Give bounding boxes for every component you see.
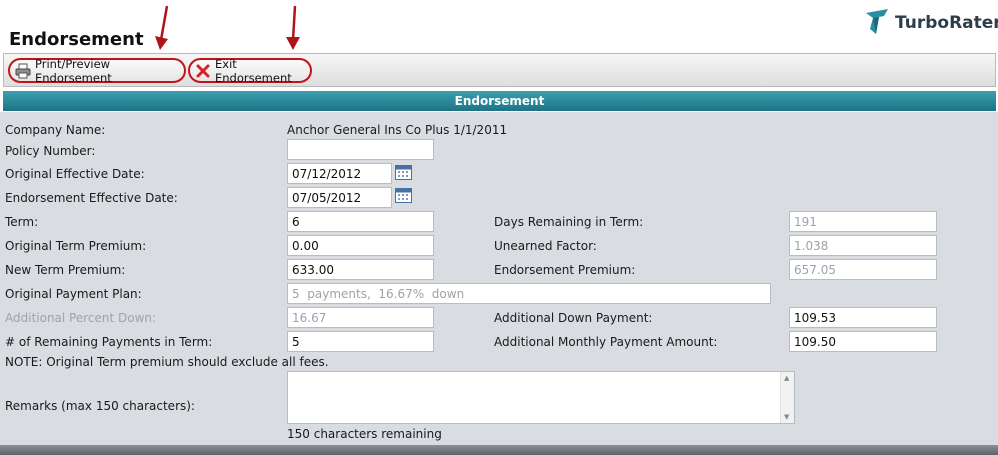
logo-text: TurboRater <box>895 13 998 33</box>
policy-number-input[interactable] <box>287 139 434 160</box>
endorsement-premium-input <box>789 259 937 280</box>
exit-endorsement-button[interactable]: Exit Endorsement <box>188 56 312 85</box>
policy-number-label: Policy Number: <box>5 144 96 158</box>
original-term-premium-label: Original Term Premium: <box>5 239 147 253</box>
endorsement-premium-label: Endorsement Premium: <box>494 263 636 277</box>
additional-percent-down-label: Additional Percent Down: <box>5 311 157 325</box>
additional-down-payment-input[interactable] <box>789 307 937 328</box>
scroll-down-arrow-icon[interactable]: ▼ <box>784 413 789 421</box>
term-input[interactable] <box>287 211 434 232</box>
unearned-factor-input <box>789 235 937 256</box>
remarks-textarea[interactable]: ▲ ▼ <box>287 371 795 424</box>
remarks-label: Remarks (max 150 characters): <box>5 399 195 413</box>
endorsement-effective-date-label: Endorsement Effective Date: <box>5 191 178 205</box>
original-term-premium-input[interactable] <box>287 235 434 256</box>
additional-down-payment-label: Additional Down Payment: <box>494 311 653 325</box>
print-preview-label: Print/Preview Endorsement <box>35 56 112 85</box>
new-term-premium-input[interactable] <box>287 259 434 280</box>
unearned-factor-label: Unearned Factor: <box>494 239 597 253</box>
turborater-logo-icon <box>864 7 892 40</box>
fees-note: NOTE: Original Term premium should exclu… <box>5 355 329 369</box>
print-preview-endorsement-button[interactable]: Print/Preview Endorsement <box>8 56 186 85</box>
additional-monthly-payment-label: Additional Monthly Payment Amount: <box>494 335 718 349</box>
term-label: Term: <box>5 215 39 229</box>
payment-plan-input <box>287 283 771 304</box>
days-remaining-label: Days Remaining in Term: <box>494 215 644 229</box>
exit-endorsement-label: Exit Endorsement <box>215 56 292 85</box>
annotation-arrow-exit <box>283 4 303 52</box>
remaining-payments-label: # of Remaining Payments in Term: <box>5 335 213 349</box>
printer-icon <box>15 63 31 79</box>
bottom-bar <box>0 445 998 455</box>
days-remaining-input <box>789 211 937 232</box>
section-header: Endorsement <box>3 91 996 111</box>
scroll-up-arrow-icon[interactable]: ▲ <box>784 374 789 382</box>
company-name-label: Company Name: <box>5 123 106 137</box>
original-effective-date-input[interactable] <box>287 163 392 184</box>
annotation-arrow-print <box>153 4 173 52</box>
additional-percent-down-input <box>287 307 434 328</box>
turborater-logo: TurboRater <box>864 6 998 40</box>
remaining-payments-input[interactable] <box>287 331 434 352</box>
remarks-scrollbar[interactable]: ▲ ▼ <box>780 372 794 423</box>
endorsement-effective-date-input[interactable] <box>287 187 392 208</box>
toolbar: Print/Preview Endorsement Exit Endorseme… <box>3 53 996 87</box>
original-effective-date-label: Original Effective Date: <box>5 167 145 181</box>
additional-monthly-payment-input[interactable] <box>789 331 937 352</box>
new-term-premium-label: New Term Premium: <box>5 263 126 277</box>
calendar-icon[interactable] <box>395 164 412 180</box>
remarks-character-counter: 150 characters remaining <box>287 427 442 441</box>
calendar-icon[interactable] <box>395 187 412 203</box>
payment-plan-label: Original Payment Plan: <box>5 287 142 301</box>
close-x-icon <box>195 63 211 79</box>
company-name-value: Anchor General Ins Co Plus 1/1/2011 <box>287 123 508 137</box>
page-title: Endorsement <box>9 29 144 50</box>
